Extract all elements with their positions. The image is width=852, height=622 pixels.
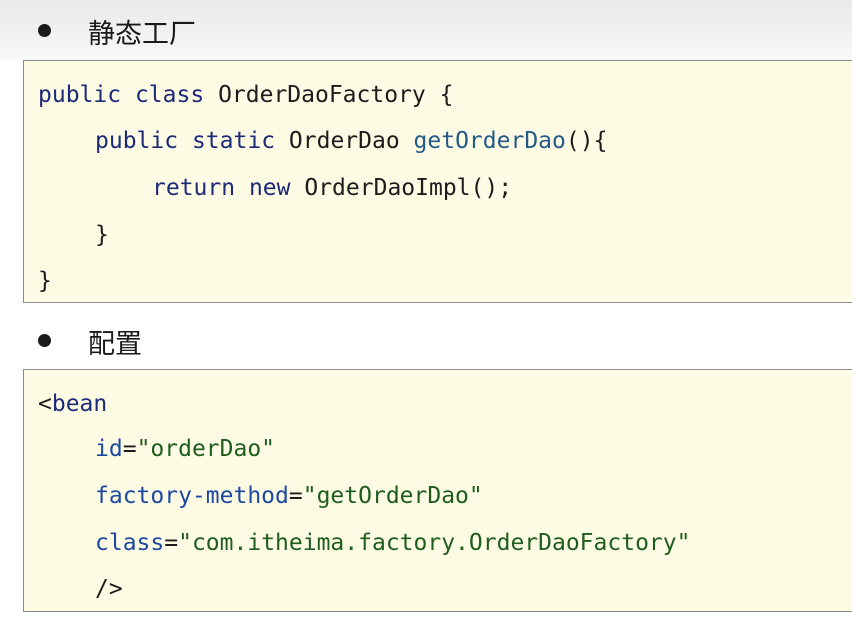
equals-sign: = xyxy=(122,436,137,462)
code-line-1: <bean xyxy=(38,393,107,416)
attribute-value: "orderDao" xyxy=(136,436,276,462)
attribute-name: class xyxy=(95,530,165,556)
keyword: public xyxy=(38,82,122,108)
bullet-icon xyxy=(38,334,51,347)
class-name: OrderDaoFactory xyxy=(218,82,426,108)
code-line-2: public static OrderDao getOrderDao(){ xyxy=(95,130,607,153)
xml-code-block: <bean id="orderDao" factory-method="getO… xyxy=(23,369,852,612)
brace: { xyxy=(439,82,454,108)
method-name: getOrderDao xyxy=(413,128,566,154)
bullet-icon xyxy=(38,24,51,37)
keyword: public xyxy=(95,128,179,154)
code-line-3: return new OrderDaoImpl(); xyxy=(152,177,512,200)
keyword: new xyxy=(248,175,291,201)
section-title: 配置 xyxy=(88,329,142,360)
constructor-call: OrderDaoImpl(); xyxy=(304,175,513,201)
java-code-block: public class OrderDaoFactory { public st… xyxy=(23,60,852,303)
return-type: OrderDao xyxy=(288,128,400,154)
keyword: static xyxy=(191,128,276,154)
attribute-value: "com.itheima.factory.OrderDaoFactory" xyxy=(178,530,691,556)
attribute-value: "getOrderDao" xyxy=(302,483,483,509)
code-line-5: /> xyxy=(95,576,123,602)
tag-name: bean xyxy=(51,391,108,417)
code-line-1: public class OrderDaoFactory { xyxy=(38,84,454,107)
keyword: return xyxy=(152,175,236,201)
equals-sign: = xyxy=(164,530,179,556)
code-line-2: id="orderDao" xyxy=(95,438,275,461)
code-line-4: class="com.itheima.factory.OrderDaoFacto… xyxy=(95,532,690,555)
attribute-name: factory-method xyxy=(95,483,289,509)
section-title: 静态工厂 xyxy=(88,19,196,50)
method-signature-rest: (){ xyxy=(565,128,608,154)
equals-sign: = xyxy=(288,483,303,509)
code-line-4: } xyxy=(95,222,109,248)
tag-open: < xyxy=(38,391,52,417)
code-line-3: factory-method="getOrderDao" xyxy=(95,485,483,508)
attribute-name: id xyxy=(95,436,123,462)
code-line-5: } xyxy=(38,268,52,294)
keyword: class xyxy=(134,82,205,108)
